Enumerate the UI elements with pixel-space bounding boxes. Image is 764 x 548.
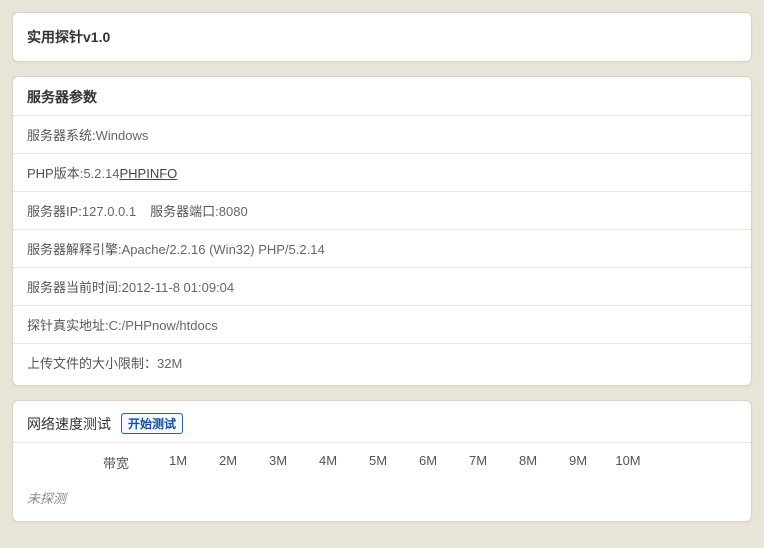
- upload-limit-label: 上传文件的大小限制：: [27, 356, 157, 371]
- bandwidth-tick: 8M: [503, 453, 553, 472]
- php-version-label: PHP版本:: [27, 166, 83, 181]
- row-engine: 服务器解释引擎:Apache/2.2.16 (Win32) PHP/5.2.14: [13, 230, 751, 268]
- probe-path-value: C:/PHPnow/htdocs: [109, 318, 218, 333]
- os-label: 服务器系统:: [27, 128, 96, 143]
- engine-label: 服务器解释引擎:: [27, 242, 122, 257]
- title-panel: 实用探针v1.0: [12, 12, 752, 62]
- bandwidth-tick: 6M: [403, 453, 453, 472]
- row-upload-limit: 上传文件的大小限制：32M: [13, 344, 751, 381]
- time-value: 2012-11-8 01:09:04: [122, 280, 235, 295]
- bandwidth-label: 带宽: [103, 453, 153, 472]
- start-test-button[interactable]: 开始测试: [121, 413, 183, 434]
- bandwidth-tick: 4M: [303, 453, 353, 472]
- bandwidth-scale: 带宽 1M 2M 3M 4M 5M 6M 7M 8M 9M 10M: [13, 443, 751, 482]
- port-label: 服务器端口:: [150, 204, 219, 219]
- row-os: 服务器系统:Windows: [13, 116, 751, 154]
- time-label: 服务器当前时间:: [27, 280, 122, 295]
- row-php-version: PHP版本:5.2.14PHPINFO: [13, 154, 751, 192]
- bandwidth-tick: 10M: [603, 453, 653, 472]
- bandwidth-tick: 7M: [453, 453, 503, 472]
- bandwidth-tick: 5M: [353, 453, 403, 472]
- bandwidth-tick: 2M: [203, 453, 253, 472]
- row-time: 服务器当前时间:2012-11-8 01:09:04: [13, 268, 751, 306]
- ip-value: 127.0.0.1: [82, 204, 136, 219]
- os-value: Windows: [96, 128, 149, 143]
- page-title: 实用探针v1.0: [13, 13, 751, 61]
- not-measured-text: 未探测: [13, 482, 751, 521]
- server-params-body: 服务器系统:Windows PHP版本:5.2.14PHPINFO 服务器IP:…: [13, 116, 751, 385]
- row-ip-port: 服务器IP:127.0.0.1 服务器端口:8080: [13, 192, 751, 230]
- engine-value: Apache/2.2.16 (Win32) PHP/5.2.14: [122, 242, 325, 257]
- bandwidth-tick: 9M: [553, 453, 603, 472]
- bandwidth-tick: 3M: [253, 453, 303, 472]
- server-params-panel: 服务器参数 服务器系统:Windows PHP版本:5.2.14PHPINFO …: [12, 76, 752, 386]
- speed-test-title: 网络速度测试: [27, 414, 111, 434]
- speed-test-panel: 网络速度测试 开始测试 带宽 1M 2M 3M 4M 5M 6M 7M 8M 9…: [12, 400, 752, 522]
- upload-limit-value: 32M: [157, 356, 182, 371]
- bandwidth-tick: 1M: [153, 453, 203, 472]
- probe-path-label: 探针真实地址:: [27, 318, 109, 333]
- phpinfo-link[interactable]: PHPINFO: [120, 166, 178, 181]
- port-value: 8080: [219, 204, 248, 219]
- ip-label: 服务器IP:: [27, 204, 82, 219]
- server-params-title: 服务器参数: [13, 77, 751, 115]
- speed-test-header: 网络速度测试 开始测试: [13, 401, 751, 442]
- php-version-value: 5.2.14: [83, 166, 119, 181]
- row-probe-path: 探针真实地址:C:/PHPnow/htdocs: [13, 306, 751, 344]
